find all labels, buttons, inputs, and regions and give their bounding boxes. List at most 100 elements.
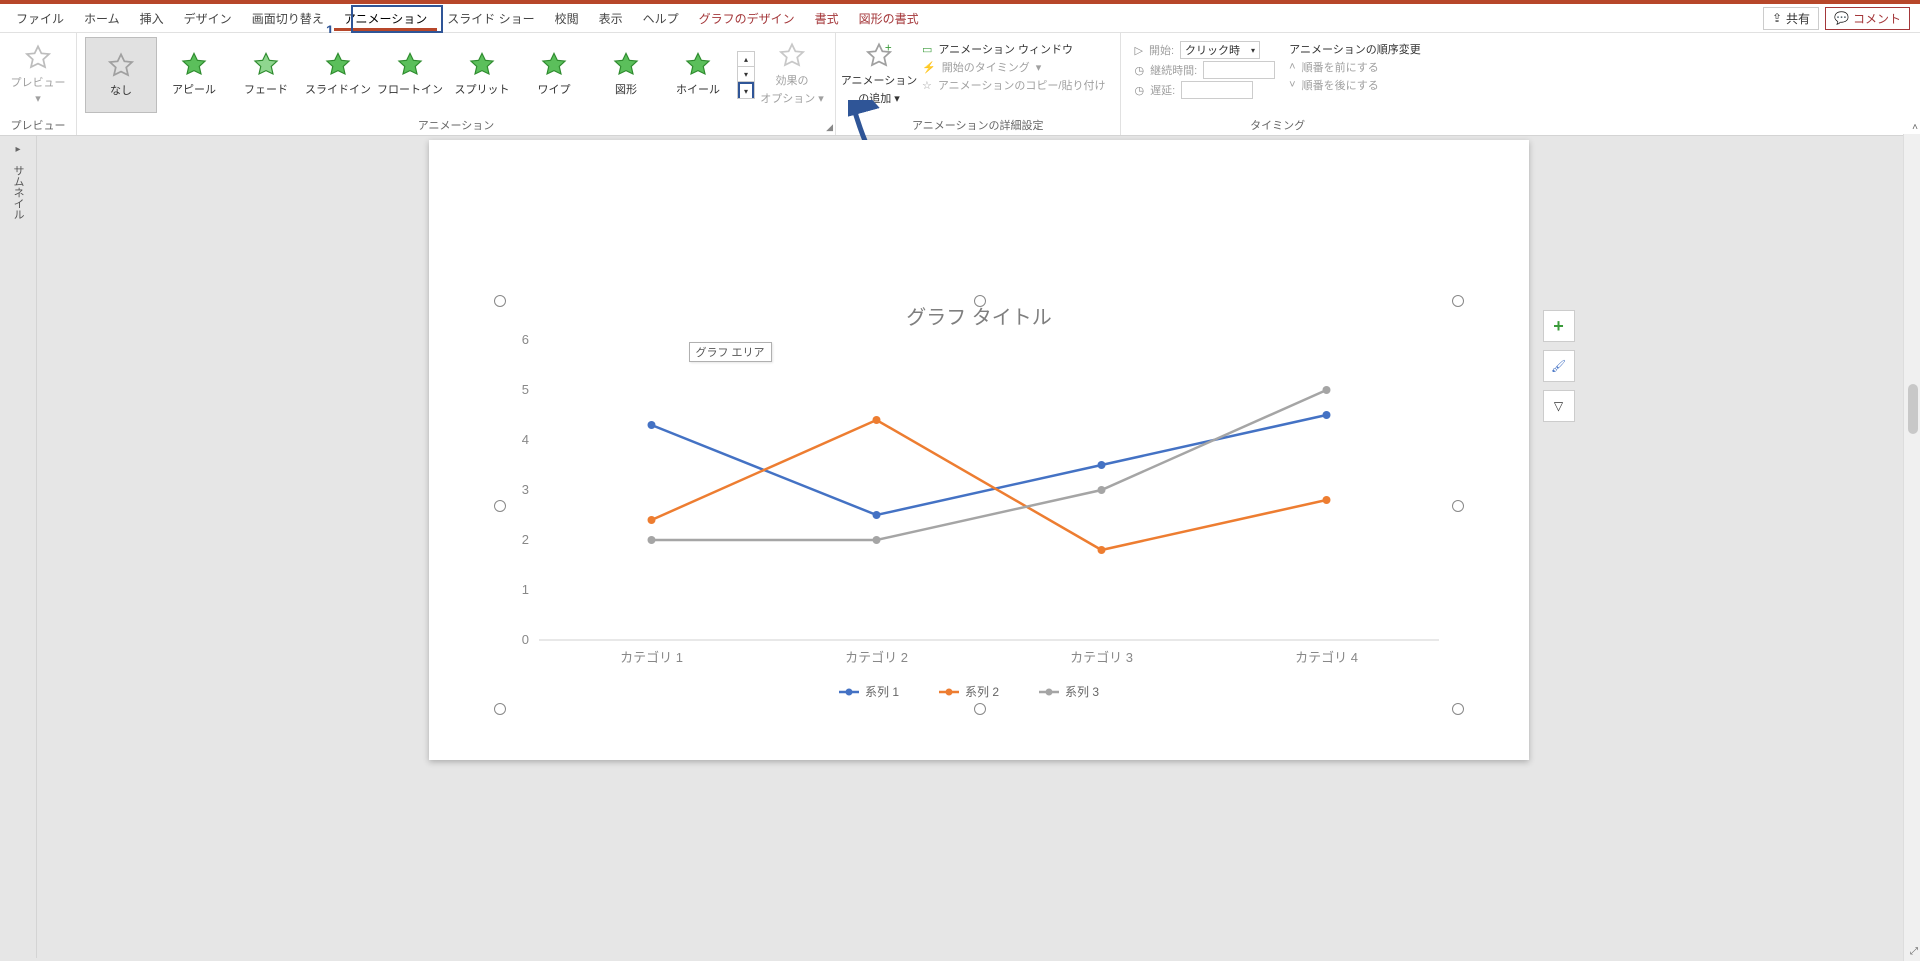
duration-input[interactable] (1203, 61, 1275, 79)
svg-text:系列 2: 系列 2 (965, 685, 999, 699)
anim-wheel[interactable]: ホイール (663, 37, 733, 111)
scrollbar-thumb[interactable] (1908, 384, 1918, 434)
reorder-label: アニメーションの順序変更 (1289, 41, 1421, 57)
star-green-icon (324, 51, 352, 79)
svg-text:+: + (885, 42, 892, 54)
svg-text:1: 1 (521, 582, 528, 597)
star-outline-icon (107, 52, 135, 80)
ribbon-tabs: ファイル ホーム 挿入 デザイン 画面切り替え アニメーション スライド ショー… (0, 4, 1920, 33)
slide[interactable]: グラフ エリア グラフ タイトル0123456カテゴリ 1カテゴリ 2カテゴリ … (429, 140, 1529, 760)
tab-animation[interactable]: アニメーション (334, 6, 438, 31)
anim-shape[interactable]: 図形 (591, 37, 661, 111)
slide-canvas[interactable]: グラフ エリア グラフ タイトル0123456カテゴリ 1カテゴリ 2カテゴリ … (37, 136, 1920, 958)
brush-icon: 🖌 (1551, 359, 1566, 373)
funnel-icon: ▽ (1554, 399, 1563, 413)
anim-split[interactable]: スプリット (447, 37, 517, 111)
group-label-preview: プレビュー (11, 115, 66, 135)
comment-icon: 💬 (1834, 11, 1849, 25)
star-green-icon (468, 51, 496, 79)
plus-icon: + (1553, 316, 1564, 337)
tab-review[interactable]: 校閲 (545, 6, 589, 31)
chevron-down-icon: ▾ (1251, 46, 1255, 55)
star-green-icon (612, 51, 640, 79)
tab-format[interactable]: 書式 (805, 6, 849, 31)
tab-slideshow[interactable]: スライド ショー (437, 6, 544, 31)
tab-chart-design[interactable]: グラフのデザイン (689, 6, 805, 31)
star-green-icon (684, 51, 712, 79)
move-earlier-button: ˄ 順番を前にする (1289, 59, 1421, 75)
star-green-icon (180, 51, 208, 79)
gallery-spinner: ▴ ▾ ▾ (737, 51, 755, 99)
svg-text:2: 2 (521, 532, 528, 547)
anim-appear[interactable]: アピール (159, 37, 229, 111)
tab-design[interactable]: デザイン (174, 6, 242, 31)
svg-text:カテゴリ 2: カテゴリ 2 (845, 650, 908, 665)
star-green-icon (396, 51, 424, 79)
chart-object[interactable]: グラフ エリア グラフ タイトル0123456カテゴリ 1カテゴリ 2カテゴリ … (499, 300, 1459, 710)
animation-pane-button[interactable]: ▭アニメーション ウィンドウ (922, 41, 1106, 57)
svg-text:系列 1: 系列 1 (865, 685, 899, 699)
trigger-button: ⚡開始のタイミング ▾ (922, 59, 1106, 75)
tab-help[interactable]: ヘルプ (633, 6, 689, 31)
star-plus-icon: + (865, 42, 893, 70)
star-outline-icon (24, 44, 52, 72)
svg-text:0: 0 (521, 632, 528, 647)
delay-input[interactable] (1181, 81, 1253, 99)
vertical-scrollbar[interactable]: ⤢ (1903, 134, 1920, 961)
anim-floatin[interactable]: フロートイン (375, 37, 445, 111)
anim-fade[interactable]: フェード (231, 37, 301, 111)
chart-filter-button[interactable]: ▽ (1543, 390, 1575, 422)
trigger-icon: ⚡ (922, 61, 936, 74)
dialog-launcher-icon[interactable]: ◢ (826, 122, 833, 133)
gallery-more[interactable]: ▾ (738, 82, 754, 98)
share-button[interactable]: ⇪共有 (1763, 7, 1819, 30)
thumbnail-label: サムネイル (10, 165, 26, 220)
move-later-button: ˅ 順番を後にする (1289, 77, 1421, 93)
tab-file[interactable]: ファイル (6, 6, 74, 31)
painter-icon: ☆ (922, 79, 932, 92)
svg-text:カテゴリ 4: カテゴリ 4 (1295, 650, 1358, 665)
animation-painter-button: ☆アニメーションのコピー/貼り付け (922, 77, 1106, 93)
svg-text:系列 3: 系列 3 (1065, 685, 1099, 699)
svg-text:4: 4 (521, 432, 528, 447)
start-select[interactable]: クリック時▾ (1180, 41, 1260, 59)
svg-text:3: 3 (521, 482, 528, 497)
star-green-icon (252, 51, 280, 79)
svg-text:カテゴリ 3: カテゴリ 3 (1070, 650, 1133, 665)
svg-text:6: 6 (521, 332, 528, 347)
anim-slidein[interactable]: スライドイン (303, 37, 373, 111)
svg-text:グラフ タイトル: グラフ タイトル (906, 306, 1052, 329)
tab-shape-format[interactable]: 図形の書式 (849, 6, 929, 31)
group-label-timing: タイミング (1250, 115, 1305, 135)
tab-insert[interactable]: 挿入 (130, 6, 174, 31)
chart-styles-button[interactable]: 🖌 (1543, 350, 1575, 382)
play-icon: ▷ (1135, 44, 1143, 57)
gallery-down[interactable]: ▾ (738, 67, 754, 82)
anim-wipe[interactable]: ワイプ (519, 37, 589, 111)
share-icon: ⇪ (1772, 11, 1782, 25)
clock-icon: ◷ (1135, 64, 1145, 77)
effect-options-button: 効果の オプション ▾ (757, 37, 827, 111)
chart-elements-button[interactable]: + (1543, 310, 1575, 342)
anim-none[interactable]: なし (85, 37, 157, 113)
collapse-ribbon-icon[interactable]: ˄ (1912, 122, 1918, 133)
group-label-animation: アニメーション (418, 115, 495, 135)
svg-text:5: 5 (521, 382, 528, 397)
group-label-advanced: アニメーションの詳細設定 (912, 115, 1044, 135)
clock-icon: ◷ (1135, 84, 1145, 97)
comment-button[interactable]: 💬コメント (1825, 7, 1910, 30)
tab-view[interactable]: 表示 (589, 6, 633, 31)
add-animation-button[interactable]: + アニメーション の追加 ▾ (844, 37, 914, 111)
thumbnail-rail[interactable]: ▸ サムネイル (0, 136, 37, 958)
tab-transition[interactable]: 画面切り替え (242, 6, 334, 31)
tab-home[interactable]: ホーム (74, 6, 130, 31)
gallery-up[interactable]: ▴ (738, 52, 754, 67)
ribbon: プレビュー ▾ プレビュー なし アピール フェード スライドイン フロートイン… (0, 33, 1920, 136)
chevron-down-icon: ▾ (35, 92, 41, 105)
preview-button[interactable]: プレビュー ▾ (3, 37, 73, 111)
chart-area-tooltip: グラフ エリア (689, 342, 772, 362)
star-green-icon (540, 51, 568, 79)
expand-icon[interactable]: ▸ (15, 144, 20, 155)
star-outline-icon (778, 42, 806, 70)
chart-svg: グラフ タイトル0123456カテゴリ 1カテゴリ 2カテゴリ 3カテゴリ 4系… (499, 300, 1459, 710)
